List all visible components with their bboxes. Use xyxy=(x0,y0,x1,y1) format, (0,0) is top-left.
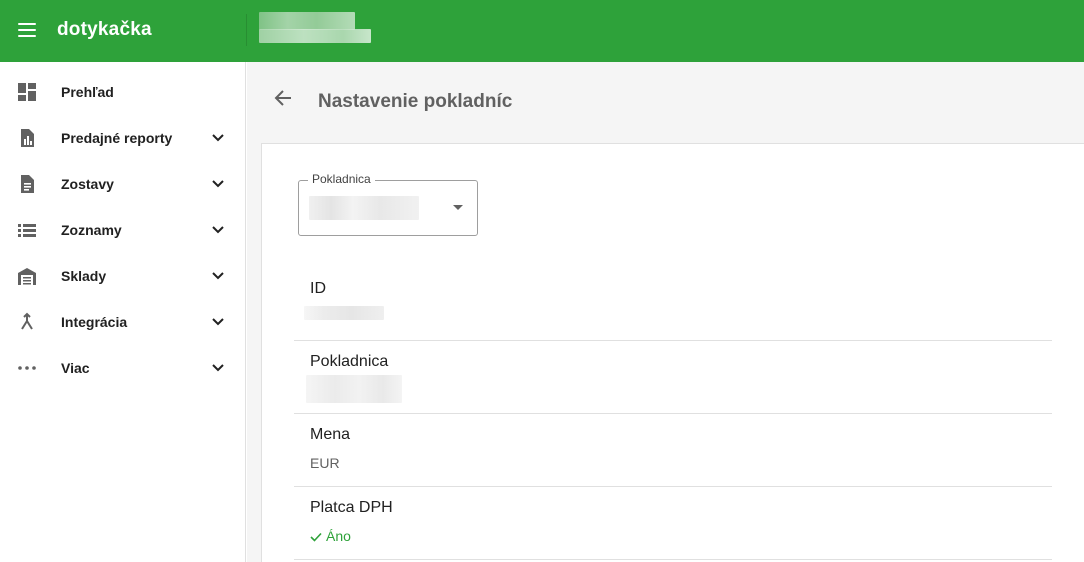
dashboard-icon xyxy=(17,82,37,102)
chevron-down-icon[interactable] xyxy=(210,314,226,330)
page-title: Nastavenie pokladníc xyxy=(318,91,513,112)
chevron-down-icon[interactable] xyxy=(210,360,226,376)
hamburger-menu-icon[interactable] xyxy=(17,22,37,38)
field-label: Pokladnica xyxy=(310,353,389,370)
sidebar-item-label: Viac xyxy=(61,360,90,376)
sidebar-item-label: Zoznamy xyxy=(61,222,122,238)
sidebar-item-predajne-reporty[interactable]: Predajné reporty xyxy=(0,115,246,161)
chevron-down-icon[interactable] xyxy=(210,176,226,192)
check-icon xyxy=(310,529,322,545)
app-logo[interactable]: dotykačka xyxy=(57,19,152,41)
chevron-down-icon[interactable] xyxy=(210,268,226,284)
sidebar-item-zoznamy[interactable]: Zoznamy xyxy=(0,207,246,253)
redacted-company-detail xyxy=(259,29,371,43)
sidebar-item-viac[interactable]: Viac xyxy=(0,345,246,391)
field-label: ID xyxy=(310,280,326,297)
field-row-pokladnica: Pokladnica xyxy=(294,341,1052,414)
sidebar-item-label: Zostavy xyxy=(61,176,114,192)
top-app-bar: dotykačka xyxy=(0,0,1084,62)
merge-icon xyxy=(17,312,37,332)
sidebar-item-label: Predajné reporty xyxy=(61,130,173,146)
sidebar-item-prehlad[interactable]: Prehľad xyxy=(0,69,246,115)
warehouse-icon xyxy=(17,266,37,286)
field-label: Platca DPH xyxy=(310,499,393,516)
redacted-id-value xyxy=(304,306,384,320)
sidebar-item-label: Prehľad xyxy=(61,84,114,100)
redacted-select-value xyxy=(309,196,419,220)
field-row-platca-dph: Platca DPH Áno xyxy=(294,487,1052,560)
more-horiz-icon xyxy=(17,358,37,378)
document-icon xyxy=(17,174,37,194)
back-arrow-icon[interactable] xyxy=(272,87,294,109)
chevron-down-icon[interactable] xyxy=(210,130,226,146)
list-icon xyxy=(17,220,37,240)
sidebar-nav: Prehľad Predajné reporty Zostavy Zoznamy xyxy=(0,62,246,562)
sidebar-item-label: Sklady xyxy=(61,268,107,284)
field-value-with-check: Áno xyxy=(310,528,351,545)
field-row-mena: Mena EUR xyxy=(294,414,1052,487)
field-value: EUR xyxy=(310,455,340,471)
dropdown-arrow-icon[interactable] xyxy=(453,205,463,210)
report-icon xyxy=(17,128,37,148)
redacted-pokladnica-value xyxy=(306,375,402,403)
sidebar-item-label: Integrácia xyxy=(61,314,128,330)
topbar-divider xyxy=(246,14,247,46)
field-row-id: ID xyxy=(294,268,1052,341)
select-label: Pokladnica xyxy=(308,172,375,186)
redacted-company-name xyxy=(259,12,355,30)
sidebar-item-integracia[interactable]: Integrácia xyxy=(0,299,246,345)
sidebar-item-sklady[interactable]: Sklady xyxy=(0,253,246,299)
chevron-down-icon[interactable] xyxy=(210,222,226,238)
field-value-text: Áno xyxy=(326,528,351,544)
field-label: Mena xyxy=(310,426,351,443)
sidebar-item-zostavy[interactable]: Zostavy xyxy=(0,161,246,207)
